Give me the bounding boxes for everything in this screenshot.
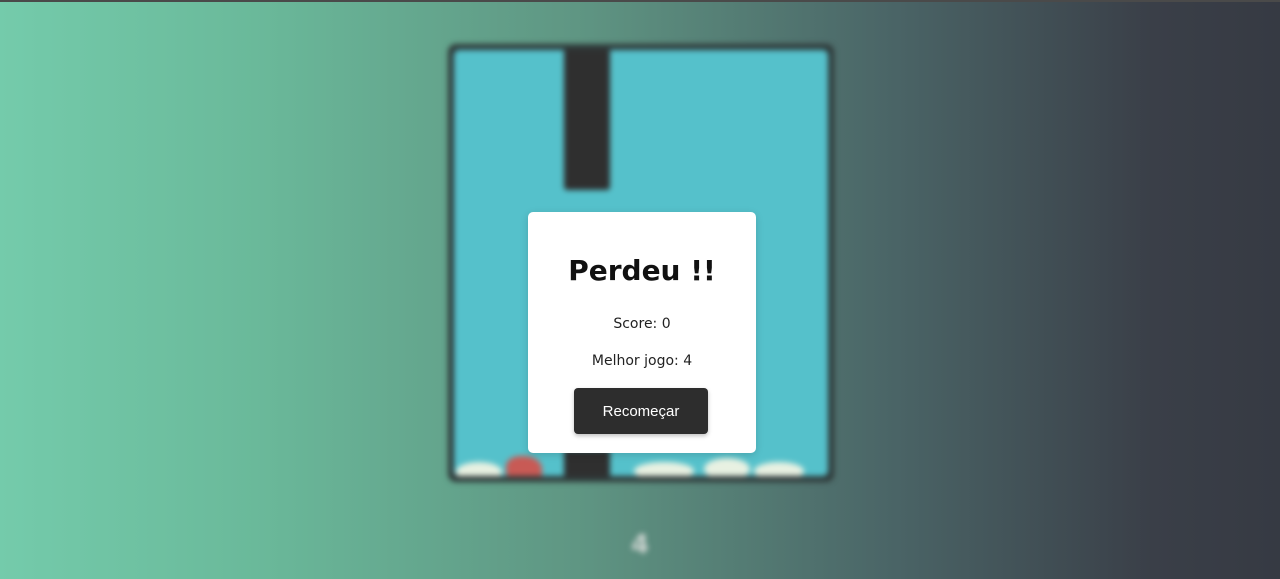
background-score: 4 (630, 530, 650, 560)
pipe-top (564, 50, 610, 190)
cloud (634, 462, 694, 476)
bird-sprite (506, 456, 542, 476)
restart-button[interactable]: Recomeçar (574, 388, 708, 434)
game-over-modal: Perdeu !! Score: 0 Melhor jogo: 4 Recome… (528, 212, 756, 453)
cloud (704, 458, 750, 476)
current-score: Score: 0 (613, 316, 671, 332)
cloud (456, 462, 502, 476)
cloud (754, 462, 804, 476)
best-score: Melhor jogo: 4 (591, 353, 693, 369)
pipe-bottom (564, 450, 610, 476)
game-over-title: Perdeu !! (568, 254, 716, 287)
